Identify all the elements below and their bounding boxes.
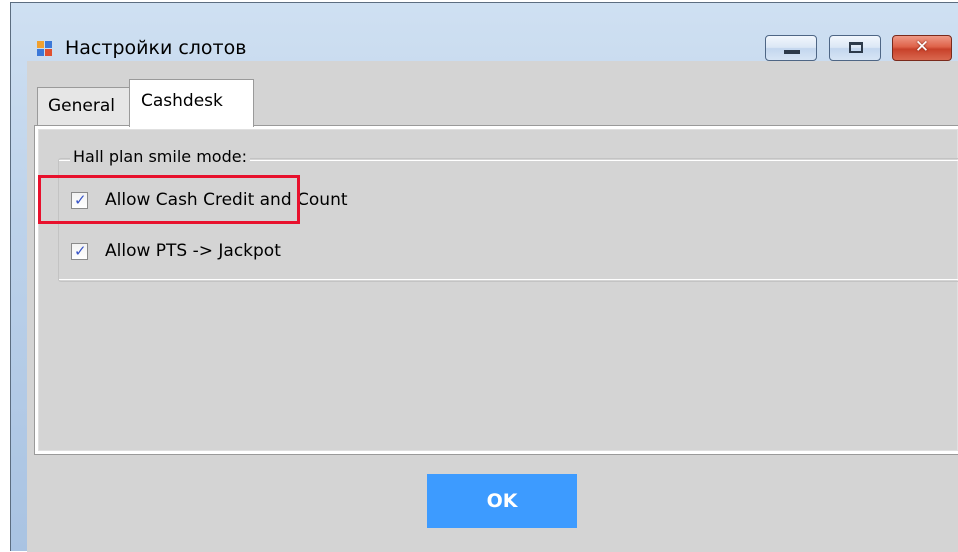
highlight-annotation-box: [38, 175, 300, 224]
window-title: Настройки слотов: [65, 37, 247, 59]
close-button[interactable]: ✕: [892, 35, 952, 61]
allow-pts-jackpot-checkbox[interactable]: ✓: [71, 242, 88, 260]
maximize-icon: [849, 42, 863, 53]
checkmark-icon: ✓: [74, 242, 87, 260]
app-window-icon: [37, 41, 53, 57]
group-title: Hall plan smile mode:: [70, 147, 250, 166]
tab-cashdesk[interactable]: Cashdesk: [129, 79, 254, 127]
tab-general-label: General: [48, 96, 115, 116]
tab-general[interactable]: General: [37, 87, 131, 125]
tab-cashdesk-label: Cashdesk: [141, 91, 223, 111]
ok-button[interactable]: OK: [427, 474, 577, 528]
minimize-icon: [784, 50, 800, 54]
title-bar[interactable]: Настройки слотов ✕: [11, 3, 958, 61]
allow-pts-jackpot-label[interactable]: Allow PTS -> Jackpot: [105, 241, 281, 261]
minimize-button[interactable]: [765, 35, 817, 61]
settings-window: Настройки слотов ✕ General Cashdesk Hall…: [10, 2, 958, 552]
maximize-button[interactable]: [829, 35, 881, 61]
dialog-client-area: General Cashdesk Hall plan smile mode: ✓…: [27, 61, 958, 552]
close-icon: ✕: [914, 37, 930, 57]
